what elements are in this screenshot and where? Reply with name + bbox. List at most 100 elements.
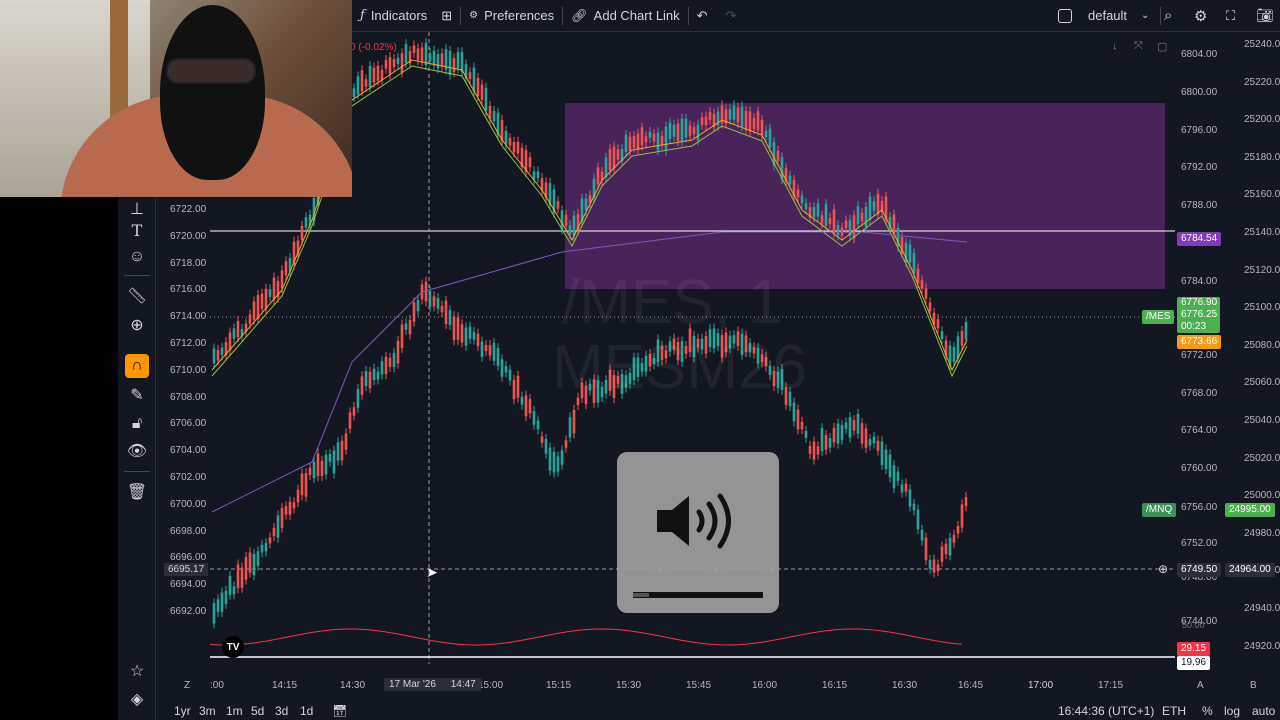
add-alert-button[interactable]: ⊕ (1158, 562, 1168, 576)
left-axis-tick: 6696.00 (170, 552, 207, 564)
mnq-candle-body (884, 449, 888, 470)
mes-candle-body (460, 52, 464, 72)
right-axis-tick-mnq: 24940.00 (1244, 603, 1280, 614)
range-1yr[interactable]: 1yr (174, 704, 191, 718)
add-chart-link-button[interactable]: 🔗︎ Add Chart Link (571, 8, 680, 24)
mnq-candle-body (392, 352, 396, 368)
mes-candle-body (696, 124, 700, 141)
time-axis-label: 15:00 (478, 680, 504, 691)
preferences-button[interactable]: ⚙ Preferences (469, 8, 554, 23)
layout-toggle-button[interactable] (1058, 8, 1072, 23)
zoom-in-tool[interactable]: ⊕ (125, 313, 149, 337)
mes-candle-body (416, 48, 420, 60)
undo-button[interactable]: ↶ (697, 8, 708, 24)
mnq-candle-body (236, 564, 240, 589)
mes-candle-body (396, 57, 400, 64)
mes-candle-body (964, 322, 968, 340)
templates-button[interactable]: ⊞ (441, 8, 452, 24)
percent-scale-toggle[interactable]: % (1202, 704, 1213, 718)
lock-drawings-tool[interactable]: 🔓︎ (125, 412, 149, 436)
layout-select[interactable]: default ⌄ (1088, 8, 1149, 23)
mes-candle-body (372, 67, 376, 83)
mnq-candle-body (516, 375, 520, 398)
date-range-button[interactable]: 📅︎ (332, 704, 347, 718)
mes-candle-body (508, 138, 512, 146)
emoji-tool[interactable]: ☺ (125, 245, 149, 269)
range-1m[interactable]: 1m (226, 704, 243, 718)
mes-candle-body (404, 44, 408, 64)
mes-candle-body (236, 321, 240, 338)
mes-candle-body (836, 225, 840, 236)
mnq-candle-body (956, 526, 960, 534)
maximize-pane-button[interactable]: ▢ (1157, 40, 1167, 53)
mes-candle-body (680, 118, 684, 142)
text-tool[interactable]: T (125, 218, 149, 242)
mes-candle-body (664, 126, 668, 151)
quick-search-button[interactable]: ⌕ (1164, 7, 1172, 24)
mnq-candle-body (212, 603, 216, 624)
mnq-candle-body (364, 370, 368, 387)
right-axis-tick-mes: 6764.00 (1181, 425, 1218, 436)
mnq-candle-body (356, 388, 360, 408)
mnq-candle-body (852, 420, 856, 431)
mes-candle-body (512, 141, 516, 153)
auto-scale-toggle[interactable]: auto (1252, 704, 1275, 718)
mes-candle-body (824, 204, 828, 226)
range-3d[interactable]: 3d (275, 704, 288, 718)
mes-candle-body (864, 206, 868, 227)
time-axis-label: :00 (210, 680, 224, 691)
favorites-tool[interactable]: ☆ (125, 659, 149, 683)
clock-readout[interactable]: 16:44:36 (UTC+1) (1058, 704, 1154, 718)
log-scale-toggle[interactable]: log (1224, 704, 1240, 718)
mes-candle-body (940, 331, 944, 340)
mnq-candle-body (948, 537, 952, 556)
session-toggle[interactable]: ETH (1162, 704, 1186, 718)
mes-last-price: 6776.90 (1181, 297, 1218, 308)
top-toolbar: ƒ Indicators ⊞ ⚙ Preferences 🔗︎ Add Char… (352, 0, 1280, 32)
range-3m[interactable]: 3m (199, 704, 216, 718)
crosshair-date: 17 Mar '26 (389, 679, 436, 690)
mnq-candle-body (416, 299, 420, 312)
mes-candle-body (936, 319, 940, 329)
mnq-candle-body (308, 467, 312, 475)
mes-candle-body (872, 201, 876, 211)
indicators-button[interactable]: ƒ Indicators (360, 8, 427, 23)
mnq-candle-body (928, 559, 932, 569)
mnq-candle-body (312, 461, 316, 479)
range-1d[interactable]: 1d (300, 704, 313, 718)
scroll-to-bottom-button[interactable]: ↓ (1112, 40, 1118, 52)
hide-drawings-tool[interactable]: 👁︎ (125, 439, 149, 463)
settings-button[interactable]: ⚙ (1194, 7, 1207, 25)
time-axis-label: 15:45 (686, 680, 712, 691)
mes-candle-body (656, 132, 660, 151)
stay-in-drawing-mode-tool[interactable]: ✎ (125, 383, 149, 407)
calendar-icon: 📅︎ (332, 704, 348, 718)
ruler-tool[interactable]: 📏︎ (125, 284, 149, 308)
collapse-pane-button[interactable]: ⤧ (1134, 40, 1143, 53)
mnq-candle-body (544, 439, 548, 454)
time-axis[interactable]: Z:00 14:15 14:30 15:00 15:15 15:30 15:45 16:00 1… (162, 676, 1280, 694)
left-axis-tick: 6716.00 (170, 284, 207, 296)
toolbar-divider (1160, 6, 1161, 25)
mes-candle-body (412, 45, 416, 54)
redo-button[interactable]: ↷ (726, 8, 737, 24)
snapshot-button[interactable]: 📷︎ (1256, 7, 1274, 24)
right-axis-tick-mes: 6756.00 (1181, 502, 1218, 513)
object-tree-tool[interactable]: ◈ (125, 687, 149, 711)
redo-icon: ↷ (725, 7, 737, 23)
mnq-candle-body (472, 331, 476, 340)
right-axis-tick-mnq: 25080.00 (1244, 339, 1280, 351)
plus-circle-icon: ⊕ (1158, 562, 1169, 576)
magnet-tool[interactable]: ∩ (125, 354, 149, 378)
search-icon: ⌕ (1164, 7, 1173, 24)
mes-candle-body (264, 288, 268, 309)
mes-candle-body (436, 53, 440, 69)
mnq-candle-body (320, 460, 324, 476)
remove-drawings-tool[interactable]: 🗑︎ (125, 480, 149, 504)
range-5d[interactable]: 5d (251, 704, 264, 718)
bottom-toolbar: 1yr 3m 1m 5d 3d 1d 📅︎ 16:44:36 (UTC+1) E… (162, 702, 1280, 720)
fullscreen-button[interactable]: ⛶ (1226, 8, 1235, 24)
mes-candle-body (584, 198, 588, 211)
time-axis-label: Z (184, 680, 191, 691)
mes-candle-body (384, 60, 388, 69)
